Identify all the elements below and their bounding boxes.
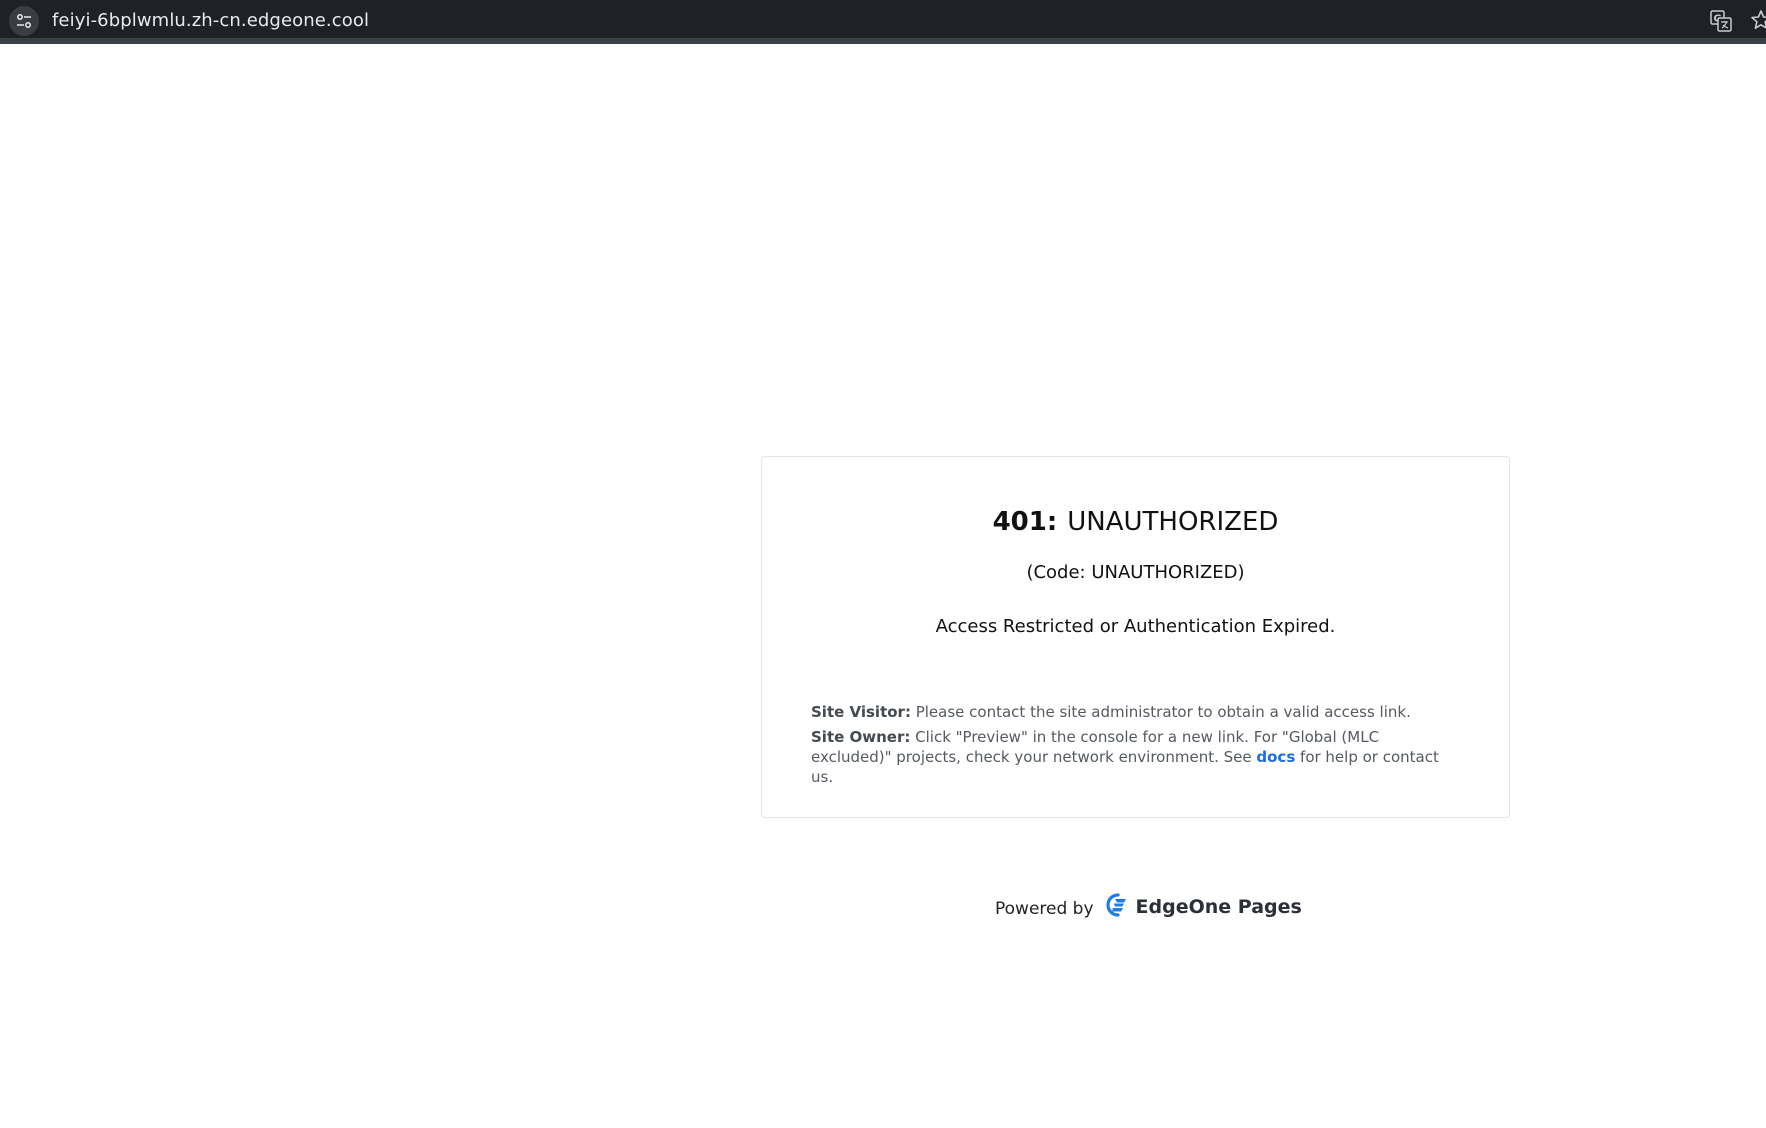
error-status-code: 401: xyxy=(992,507,1058,537)
error-message: Access Restricted or Authentication Expi… xyxy=(935,616,1336,637)
error-status-text: UNAUTHORIZED xyxy=(1067,507,1279,537)
star-icon[interactable] xyxy=(1750,9,1766,36)
site-visitor-label: Site Visitor: xyxy=(811,703,911,721)
error-notes: Site Visitor: Please contact the site ad… xyxy=(811,702,1461,792)
site-visitor-text: Please contact the site administrator to… xyxy=(910,703,1411,721)
address-bar-url[interactable]: feiyi-6bplwmlu.zh-cn.edgeone.cool xyxy=(52,10,369,31)
powered-by-footer: Powered by EdgeOne Pages xyxy=(995,892,1302,922)
error-title: 401: UNAUTHORIZED xyxy=(762,507,1509,537)
powered-by-label: Powered by xyxy=(995,899,1094,919)
edgeone-brand-name[interactable]: EdgeOne Pages xyxy=(1136,896,1302,918)
error-code-line: (Code: UNAUTHORIZED) xyxy=(1026,562,1245,583)
translate-icon[interactable]: G xyxy=(1710,10,1732,37)
browser-toolbar: feiyi-6bplwmlu.zh-cn.edgeone.cool G xyxy=(0,0,1766,44)
docs-link[interactable]: docs xyxy=(1256,748,1295,766)
site-owner-note: Site Owner: Click "Preview" in the conso… xyxy=(811,727,1461,787)
site-visitor-note: Site Visitor: Please contact the site ad… xyxy=(811,702,1461,722)
error-card: 401: UNAUTHORIZED (Code: UNAUTHORIZED) Ac… xyxy=(761,456,1510,818)
site-settings-icon[interactable] xyxy=(9,6,39,36)
site-owner-label: Site Owner: xyxy=(811,728,911,746)
edgeone-logo-icon[interactable] xyxy=(1105,892,1130,922)
